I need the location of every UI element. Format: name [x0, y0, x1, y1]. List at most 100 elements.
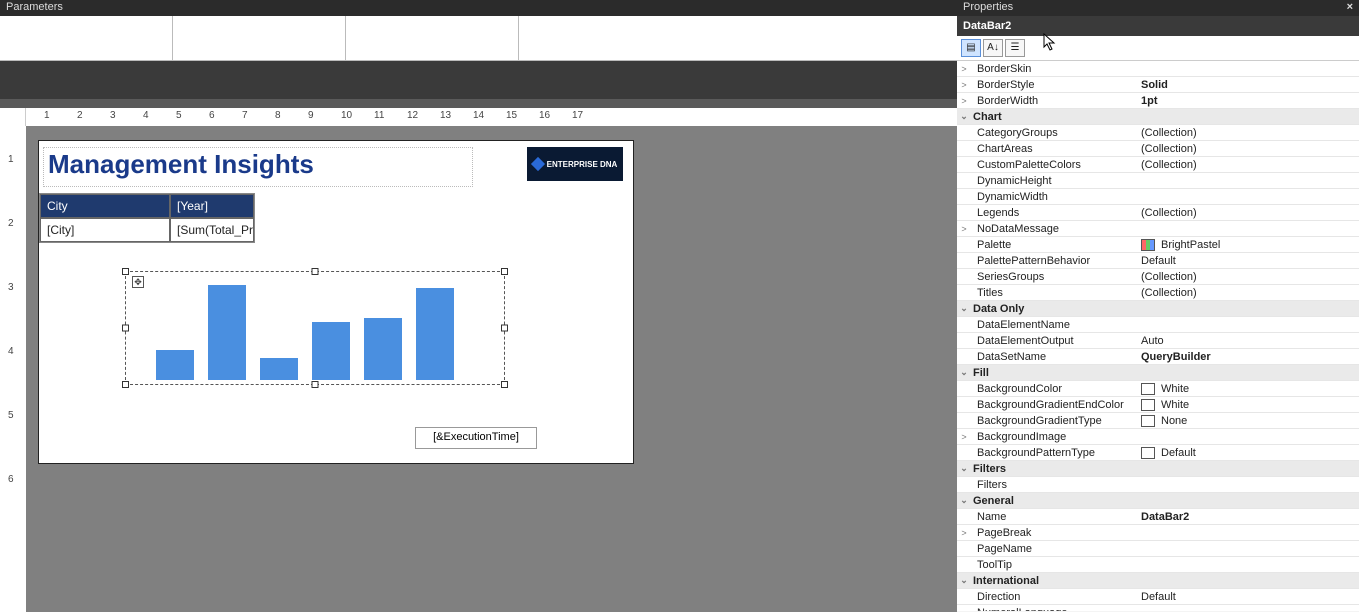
property-row[interactable]: DirectionDefault: [957, 589, 1359, 605]
property-row[interactable]: SeriesGroups(Collection): [957, 269, 1359, 285]
expand-icon[interactable]: >: [957, 432, 971, 442]
property-row[interactable]: Titles(Collection): [957, 285, 1359, 301]
property-row[interactable]: BackgroundGradientTypeNone: [957, 413, 1359, 429]
property-value[interactable]: (Collection): [1137, 159, 1359, 171]
ruler-tick: 16: [539, 110, 550, 121]
expand-icon[interactable]: ⌄: [957, 367, 971, 378]
property-row[interactable]: ToolTip: [957, 557, 1359, 573]
tablix-header-city[interactable]: City: [40, 194, 170, 218]
tablix-header-year[interactable]: [Year]: [170, 194, 254, 218]
expand-icon[interactable]: >: [957, 80, 971, 90]
property-value[interactable]: Default: [1137, 255, 1359, 267]
property-row[interactable]: DataElementName: [957, 317, 1359, 333]
property-value[interactable]: (Collection): [1137, 207, 1359, 219]
ruler-tick: 4: [8, 346, 14, 357]
property-row[interactable]: >PageBreak: [957, 525, 1359, 541]
property-value[interactable]: Solid: [1137, 79, 1359, 91]
tablix-cell-total[interactable]: [Sum(Total_Pro: [170, 218, 254, 242]
property-row[interactable]: BackgroundPatternTypeDefault: [957, 445, 1359, 461]
property-row[interactable]: NameDataBar2: [957, 509, 1359, 525]
property-row[interactable]: BackgroundGradientEndColorWhite: [957, 397, 1359, 413]
property-category[interactable]: ⌄Filters: [957, 461, 1359, 477]
property-value[interactable]: (Collection): [1137, 287, 1359, 299]
property-label: PageName: [971, 543, 1137, 555]
parameter-cell[interactable]: [0, 16, 173, 61]
expand-icon[interactable]: >: [957, 224, 971, 234]
expand-icon[interactable]: ⌄: [957, 111, 971, 122]
alphabetical-button[interactable]: A↓: [983, 39, 1003, 57]
resize-handle[interactable]: [122, 325, 129, 332]
property-row[interactable]: PalettePatternBehaviorDefault: [957, 253, 1359, 269]
property-row[interactable]: DynamicHeight: [957, 173, 1359, 189]
property-row[interactable]: >BackgroundImage: [957, 429, 1359, 445]
property-value[interactable]: DataBar2: [1137, 511, 1359, 523]
property-category[interactable]: ⌄International: [957, 573, 1359, 589]
parameter-cell[interactable]: [173, 16, 346, 61]
resize-handle[interactable]: [501, 381, 508, 388]
tablix-cell-city[interactable]: [City]: [40, 218, 170, 242]
property-row[interactable]: BackgroundColorWhite: [957, 381, 1359, 397]
property-category[interactable]: ⌄Data Only: [957, 301, 1359, 317]
parameter-cell[interactable]: [346, 16, 519, 61]
expand-icon[interactable]: ⌄: [957, 575, 971, 586]
tablix[interactable]: City [Year] [City] [Sum(Total_Pro: [39, 193, 255, 243]
expand-icon[interactable]: ⌄: [957, 463, 971, 474]
property-row[interactable]: PaletteBrightPastel: [957, 237, 1359, 253]
databar-chart-selected[interactable]: ✥: [125, 271, 505, 385]
properties-list[interactable]: >BorderSkin>BorderStyleSolid>BorderWidth…: [957, 61, 1359, 611]
property-row[interactable]: >BorderWidth1pt: [957, 93, 1359, 109]
property-row[interactable]: >NoDataMessage: [957, 221, 1359, 237]
resize-handle[interactable]: [501, 268, 508, 275]
resize-handle[interactable]: [501, 325, 508, 332]
close-icon[interactable]: ×: [1347, 1, 1353, 15]
expand-icon[interactable]: >: [957, 528, 971, 538]
expand-icon[interactable]: ⌄: [957, 495, 971, 506]
property-value[interactable]: None: [1137, 415, 1359, 427]
property-row[interactable]: CustomPaletteColors(Collection): [957, 157, 1359, 173]
report-body[interactable]: Management Insights ENTERPRISE DNA City …: [38, 140, 634, 464]
property-value[interactable]: (Collection): [1137, 271, 1359, 283]
property-value[interactable]: (Collection): [1137, 143, 1359, 155]
report-title-textbox[interactable]: Management Insights: [43, 147, 473, 187]
property-row[interactable]: ChartAreas(Collection): [957, 141, 1359, 157]
parameters-grid[interactable]: [0, 16, 957, 61]
categorized-button[interactable]: ▤: [961, 39, 981, 57]
property-value[interactable]: 1pt: [1137, 95, 1359, 107]
property-row[interactable]: >BorderStyleSolid: [957, 77, 1359, 93]
property-pages-button[interactable]: ☰: [1005, 39, 1025, 57]
expand-icon[interactable]: >: [957, 96, 971, 106]
property-row[interactable]: CategoryGroups(Collection): [957, 125, 1359, 141]
property-value[interactable]: Default: [1137, 447, 1359, 459]
property-row[interactable]: DataElementOutputAuto: [957, 333, 1359, 349]
resize-handle[interactable]: [122, 381, 129, 388]
property-row[interactable]: NumeralLanguage: [957, 605, 1359, 611]
property-value[interactable]: White: [1137, 399, 1359, 411]
property-category[interactable]: ⌄Fill: [957, 365, 1359, 381]
property-row[interactable]: DataSetNameQueryBuilder: [957, 349, 1359, 365]
property-category[interactable]: ⌄Chart: [957, 109, 1359, 125]
property-row[interactable]: Filters: [957, 477, 1359, 493]
expand-icon[interactable]: >: [957, 64, 971, 74]
property-value[interactable]: (Collection): [1137, 127, 1359, 139]
property-value[interactable]: Default: [1137, 591, 1359, 603]
logo-image[interactable]: ENTERPRISE DNA: [527, 147, 623, 181]
property-value[interactable]: White: [1137, 383, 1359, 395]
design-canvas[interactable]: Management Insights ENTERPRISE DNA City …: [26, 126, 957, 612]
parameter-cell[interactable]: [519, 16, 957, 61]
property-row[interactable]: >BorderSkin: [957, 61, 1359, 77]
property-category[interactable]: ⌄General: [957, 493, 1359, 509]
resize-handle[interactable]: [312, 268, 319, 275]
property-value[interactable]: QueryBuilder: [1137, 351, 1359, 363]
property-row[interactable]: PageName: [957, 541, 1359, 557]
property-value[interactable]: Auto: [1137, 335, 1359, 347]
resize-handle[interactable]: [122, 268, 129, 275]
move-grip-icon[interactable]: ✥: [132, 276, 144, 288]
chart-bar: [208, 285, 246, 380]
expand-icon[interactable]: ⌄: [957, 303, 971, 314]
property-row[interactable]: DynamicWidth: [957, 189, 1359, 205]
resize-handle[interactable]: [312, 381, 319, 388]
property-value[interactable]: BrightPastel: [1137, 239, 1359, 251]
selected-object-name[interactable]: DataBar2: [957, 16, 1359, 36]
property-row[interactable]: Legends(Collection): [957, 205, 1359, 221]
execution-time-textbox[interactable]: [&ExecutionTime]: [415, 427, 537, 449]
